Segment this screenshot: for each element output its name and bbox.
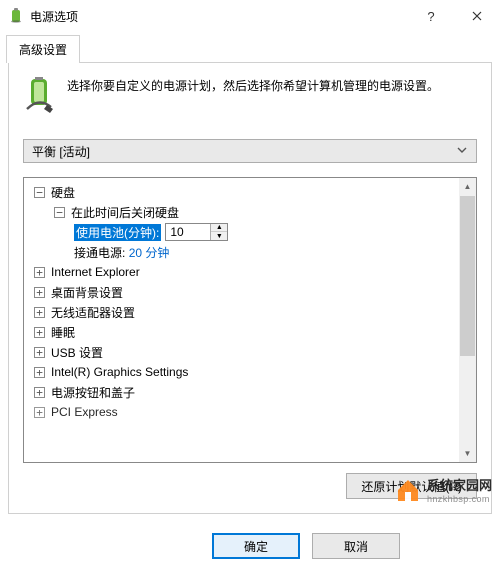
tree-leaf-battery[interactable]: 使用电池(分钟): ▲ ▼: [26, 222, 474, 242]
tab-page-advanced: 选择你要自定义的电源计划，然后选择你希望计算机管理的电源设置。 平衡 [活动] …: [8, 62, 492, 514]
dialog-footer: 确定 取消: [0, 516, 500, 576]
tree-label: PCI Express: [51, 405, 118, 419]
expand-icon[interactable]: +: [34, 287, 45, 298]
battery-icon: [8, 8, 24, 24]
tree-label: 硬盘: [51, 184, 75, 201]
expand-icon[interactable]: +: [34, 407, 45, 418]
battery-plug-icon: [23, 77, 57, 117]
intro-row: 选择你要自定义的电源计划，然后选择你希望计算机管理的电源设置。: [23, 77, 477, 117]
tree-label: 在此时间后关闭硬盘: [71, 204, 179, 221]
power-plan-selected: 平衡 [活动]: [32, 143, 90, 160]
scroll-down-icon[interactable]: ▼: [459, 445, 476, 462]
tab-strip: 高级设置: [0, 34, 500, 62]
power-plan-combo[interactable]: 平衡 [活动]: [23, 139, 477, 163]
chevron-down-icon: [456, 144, 468, 159]
tab-advanced[interactable]: 高级设置: [6, 35, 80, 63]
titlebar: 电源选项 ?: [0, 0, 500, 32]
tree-node-turn-off-disk[interactable]: − 在此时间后关闭硬盘: [26, 202, 474, 222]
expand-icon[interactable]: +: [34, 307, 45, 318]
collapse-icon[interactable]: −: [54, 207, 65, 218]
help-button[interactable]: ?: [408, 0, 454, 32]
window-title: 电源选项: [30, 8, 78, 25]
tree-node-desktop-bg[interactable]: + 桌面背景设置: [26, 282, 474, 302]
battery-minutes-input[interactable]: [166, 224, 210, 240]
tree-node-ie[interactable]: + Internet Explorer: [26, 262, 474, 282]
tree-label: USB 设置: [51, 344, 103, 361]
expand-icon[interactable]: +: [34, 367, 45, 378]
tree-leaf-ac[interactable]: 接通电源: 20 分钟: [26, 242, 474, 262]
tree-label: Internet Explorer: [51, 265, 140, 279]
scroll-thumb[interactable]: [460, 196, 475, 356]
tree-node-sleep[interactable]: + 睡眠: [26, 322, 474, 342]
watermark: 系统家园网 hnzkhbsp.com: [395, 475, 492, 504]
spinner-up[interactable]: ▲: [211, 224, 227, 232]
tree-label: 桌面背景设置: [51, 284, 123, 301]
watermark-text-zh: 系统家园网: [427, 475, 492, 494]
watermark-text-en: hnzkhbsp.com: [427, 494, 492, 504]
spinner-down[interactable]: ▼: [211, 232, 227, 240]
battery-minutes-spinner[interactable]: ▲ ▼: [165, 223, 228, 241]
tree-node-pci[interactable]: + PCI Express: [26, 402, 474, 422]
tree-node-disk[interactable]: − 硬盘: [26, 182, 474, 202]
expand-icon[interactable]: +: [34, 387, 45, 398]
tree-label: 无线适配器设置: [51, 304, 135, 321]
collapse-icon[interactable]: −: [34, 187, 45, 198]
tree-node-intel-gfx[interactable]: + Intel(R) Graphics Settings: [26, 362, 474, 382]
scrollbar-vertical[interactable]: ▲ ▼: [459, 178, 476, 462]
house-icon: [395, 477, 421, 503]
intro-text: 选择你要自定义的电源计划，然后选择你希望计算机管理的电源设置。: [67, 77, 439, 96]
tree-node-wifi[interactable]: + 无线适配器设置: [26, 302, 474, 322]
tree-label: 睡眠: [51, 324, 75, 341]
expand-icon[interactable]: +: [34, 327, 45, 338]
expand-icon[interactable]: +: [34, 267, 45, 278]
battery-setting-label: 使用电池(分钟):: [74, 224, 161, 241]
ac-setting-label: 接通电源:: [74, 244, 125, 261]
ac-setting-value[interactable]: 20 分钟: [129, 244, 170, 261]
scroll-up-icon[interactable]: ▲: [459, 178, 476, 195]
expand-icon[interactable]: +: [34, 347, 45, 358]
cancel-button[interactable]: 取消: [312, 533, 400, 559]
settings-tree: − 硬盘 − 在此时间后关闭硬盘 使用电池(分钟): ▲ ▼: [23, 177, 477, 463]
tree-label: Intel(R) Graphics Settings: [51, 365, 188, 379]
tree-node-usb[interactable]: + USB 设置: [26, 342, 474, 362]
ok-button[interactable]: 确定: [212, 533, 300, 559]
tree-node-power-buttons[interactable]: + 电源按钮和盖子: [26, 382, 474, 402]
tree-label: 电源按钮和盖子: [51, 384, 135, 401]
close-button[interactable]: [454, 0, 500, 32]
